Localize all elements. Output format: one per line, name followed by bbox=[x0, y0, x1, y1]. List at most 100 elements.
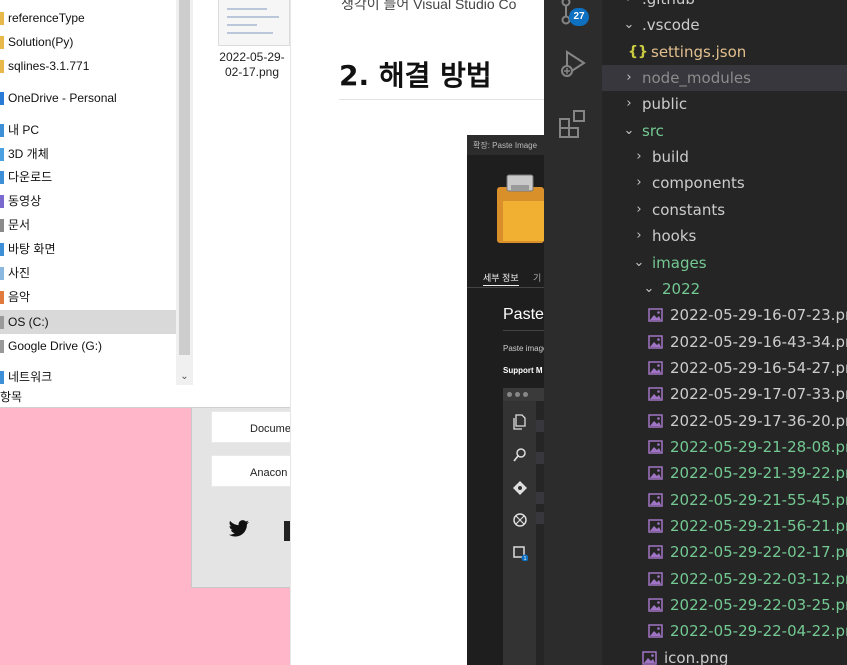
nav-item[interactable]: Google Drive (G:) bbox=[0, 334, 176, 358]
nav-item[interactable]: referenceType bbox=[0, 6, 176, 30]
image-file-icon bbox=[648, 466, 663, 480]
json-file-icon: {} bbox=[628, 44, 648, 60]
extensions-icon: 1 bbox=[513, 546, 528, 561]
mini-row bbox=[536, 512, 544, 524]
pc-icon bbox=[0, 123, 4, 137]
nav-item[interactable]: 다운로드 bbox=[0, 165, 176, 189]
tree-file[interactable]: {} settings.json bbox=[602, 39, 847, 65]
nav-item-label: Solution(Py) bbox=[8, 35, 74, 49]
divider bbox=[503, 330, 544, 331]
image-file-icon bbox=[648, 440, 663, 454]
nav-item[interactable]: Solution(Py) bbox=[0, 30, 176, 54]
tree-item-label: 2022-05-29-21-55-45.png bbox=[670, 491, 847, 509]
nav-item[interactable]: OS (C:) bbox=[0, 310, 176, 334]
chevron-down-icon[interactable]: ⌄ bbox=[632, 250, 646, 276]
nav-item[interactable]: OneDrive - Personal bbox=[0, 86, 176, 110]
tree-item-label: 2022-05-29-17-36-20.png bbox=[670, 412, 847, 430]
tree-file[interactable]: 2022-05-29-21-56-21.png bbox=[602, 513, 847, 539]
tree-file[interactable]: 2022-05-29-21-55-45.png bbox=[602, 487, 847, 513]
tab-more[interactable]: 기 bbox=[533, 271, 541, 284]
image-file-icon bbox=[648, 335, 663, 349]
nav-item[interactable]: sqlines-3.1.771 bbox=[0, 54, 176, 78]
image-file-icon bbox=[648, 519, 663, 533]
tree-folder[interactable]: ⌄ .vscode bbox=[602, 12, 847, 38]
chevron-right-icon[interactable]: › bbox=[622, 0, 636, 12]
tree-folder[interactable]: ⌄ images bbox=[602, 250, 847, 276]
image-file-icon bbox=[642, 651, 657, 665]
nav-item[interactable]: 문서 bbox=[0, 213, 176, 237]
tree-file[interactable]: 2022-05-29-16-54-27.png bbox=[602, 355, 847, 381]
nav-item[interactable]: 내 PC bbox=[0, 118, 176, 142]
chevron-down-icon[interactable]: ⌄ bbox=[642, 276, 656, 302]
twitter-icon[interactable] bbox=[228, 520, 250, 538]
tree-folder[interactable]: › build bbox=[602, 144, 847, 170]
file-name-label[interactable]: 2022-05-29- 02-17.png bbox=[210, 50, 294, 80]
tree-item-label: 2022-05-29-16-07-23.png bbox=[670, 306, 847, 324]
nav-item[interactable]: 3D 개체 bbox=[0, 142, 176, 166]
nav-item-label: 다운로드 bbox=[8, 170, 53, 184]
tree-file[interactable]: 2022-05-29-21-28-08.png bbox=[602, 434, 847, 460]
file-explorer-window: referenceType Solution(Py) sqlines-3.1.771… bbox=[0, 0, 292, 408]
tree-folder[interactable]: › hooks bbox=[602, 223, 847, 249]
tree-folder[interactable]: ⌄ 2022 bbox=[602, 276, 847, 302]
tree-item-label: node_modules bbox=[642, 69, 751, 87]
extensions-icon[interactable] bbox=[557, 107, 589, 139]
image-file-icon bbox=[648, 387, 663, 401]
tree-folder[interactable]: › node_modules bbox=[602, 65, 847, 91]
image-file-icon bbox=[648, 493, 663, 507]
tree-file[interactable]: 2022-05-29-17-07-33.png bbox=[602, 381, 847, 407]
tree-file[interactable]: 2022-05-29-21-39-22.png bbox=[602, 460, 847, 486]
tree-folder[interactable]: › public bbox=[602, 91, 847, 117]
tree-folder[interactable]: › components bbox=[602, 170, 847, 196]
chevron-right-icon[interactable]: › bbox=[632, 223, 646, 249]
tree-file[interactable]: 2022-05-29-22-03-25.png bbox=[602, 592, 847, 618]
tab-details[interactable]: 세부 정보 bbox=[483, 271, 519, 286]
nav-item[interactable]: 바탕 화면 bbox=[0, 237, 176, 261]
tree-file[interactable]: 2022-05-29-22-03-12.png bbox=[602, 566, 847, 592]
chevron-right-icon[interactable]: › bbox=[632, 170, 646, 196]
nav-item[interactable]: 음악 bbox=[0, 285, 176, 309]
tree-file[interactable]: icon.png bbox=[602, 645, 847, 665]
nav-item-label: OneDrive - Personal bbox=[8, 91, 117, 105]
desktop-icon bbox=[0, 242, 4, 256]
divider bbox=[467, 287, 544, 288]
chevron-down-icon[interactable]: ⌄ bbox=[622, 12, 636, 38]
onedrive-icon bbox=[0, 91, 4, 105]
run-debug-icon[interactable] bbox=[557, 47, 589, 79]
tree-folder[interactable]: › constants bbox=[602, 197, 847, 223]
tree-item-label: constants bbox=[652, 201, 726, 219]
tree-file[interactable]: 2022-05-29-16-07-23.png bbox=[602, 302, 847, 328]
nav-item-label: 3D 개체 bbox=[8, 147, 49, 161]
drive-icon bbox=[0, 339, 4, 353]
nav-item[interactable]: 동영상 bbox=[0, 189, 176, 213]
tree-folder[interactable]: › .github bbox=[602, 0, 847, 12]
image-file-icon bbox=[648, 598, 663, 612]
file-thumbnail[interactable] bbox=[218, 0, 290, 46]
tree-folder[interactable]: ⌄ src bbox=[602, 118, 847, 144]
mini-row bbox=[536, 420, 544, 432]
chevron-right-icon[interactable]: › bbox=[622, 91, 636, 117]
section-heading: 2. 해결 방법 bbox=[339, 59, 492, 92]
nav-scrollbar[interactable]: ⌄ bbox=[176, 0, 193, 385]
scroll-down-icon[interactable]: ⌄ bbox=[176, 368, 193, 385]
tree-item-label: hooks bbox=[652, 227, 697, 245]
tree-file[interactable]: 2022-05-29-16-43-34.png bbox=[602, 329, 847, 355]
tree-item-label: 2022-05-29-21-56-21.png bbox=[670, 517, 847, 535]
mini-vscode-preview: 1 bbox=[503, 388, 544, 665]
tree-file[interactable]: 2022-05-29-22-04-22.png bbox=[602, 618, 847, 644]
tree-item-label: 2022-05-29-16-54-27.png bbox=[670, 359, 847, 377]
chevron-down-icon[interactable]: ⌄ bbox=[622, 118, 636, 144]
pictures-icon bbox=[0, 266, 4, 280]
nav-item[interactable]: 네트워크 bbox=[0, 365, 176, 389]
chevron-right-icon[interactable]: › bbox=[632, 197, 646, 223]
scrollbar-thumb[interactable] bbox=[179, 0, 190, 355]
tree-file[interactable]: 2022-05-29-17-36-20.png bbox=[602, 408, 847, 434]
debug-icon bbox=[513, 513, 527, 527]
chevron-right-icon[interactable]: › bbox=[622, 65, 636, 91]
downloads-icon bbox=[0, 170, 4, 184]
tree-file[interactable]: 2022-05-29-22-02-17.png bbox=[602, 539, 847, 565]
extension-description: Paste image bbox=[503, 344, 544, 353]
file-name-line-2: 02-17.png bbox=[224, 65, 280, 79]
nav-item[interactable]: 사진 bbox=[0, 261, 176, 285]
chevron-right-icon[interactable]: › bbox=[632, 144, 646, 170]
